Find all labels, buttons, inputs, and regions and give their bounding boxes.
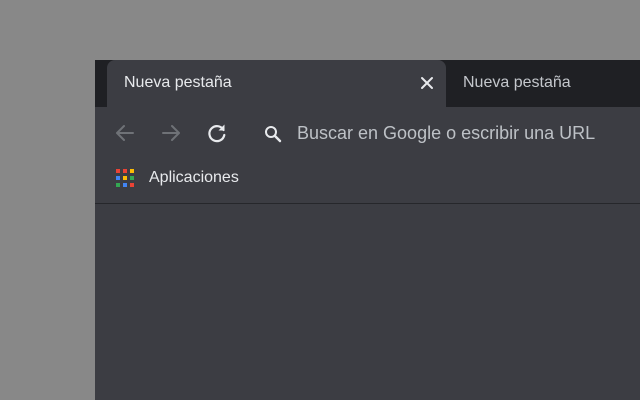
tab-strip: Nueva pestaña Nueva pestaña xyxy=(95,60,640,107)
reload-icon[interactable] xyxy=(205,121,229,145)
tab-new-tab-inactive[interactable]: Nueva pestaña xyxy=(449,60,640,107)
tab-title: Nueva pestaña xyxy=(124,74,232,91)
apps-grid-icon[interactable] xyxy=(115,168,135,188)
omnibox-placeholder[interactable]: Buscar en Google o escribir una URL xyxy=(297,123,595,144)
close-icon[interactable] xyxy=(418,74,436,92)
arrow-left-icon[interactable] xyxy=(113,121,137,145)
browser-window: Nueva pestaña Nueva pestaña Buscar en Go… xyxy=(95,60,640,400)
toolbar: Buscar en Google o escribir una URL xyxy=(95,107,640,157)
tab-title: Nueva pestaña xyxy=(463,74,571,91)
bookmarks-bar: Aplicaciones xyxy=(95,157,640,204)
page-content xyxy=(95,204,640,400)
omnibox[interactable]: Buscar en Google o escribir una URL xyxy=(251,115,640,151)
apps-bookmark-label[interactable]: Aplicaciones xyxy=(149,169,239,187)
search-icon xyxy=(263,124,283,144)
arrow-right-icon[interactable] xyxy=(159,121,183,145)
tab-new-tab-active[interactable]: Nueva pestaña xyxy=(107,60,446,107)
